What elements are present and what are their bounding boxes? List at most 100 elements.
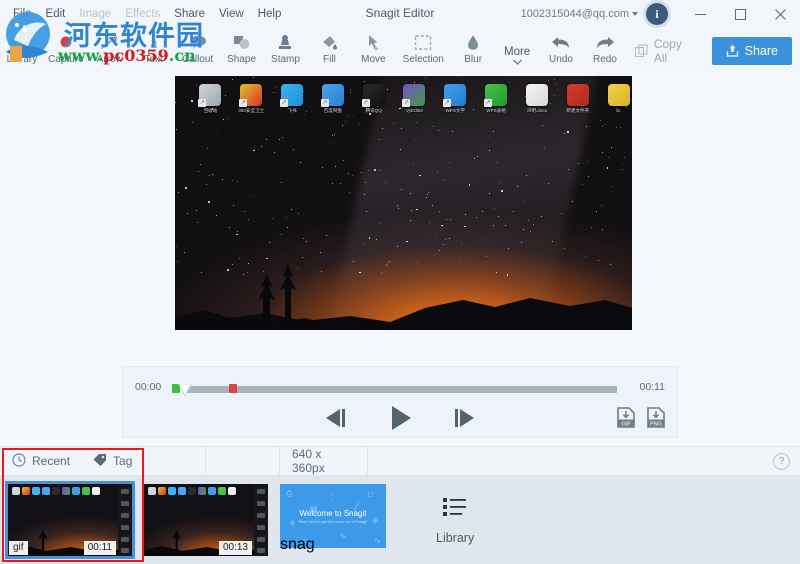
desktop-icon-label: WPS表格 (486, 108, 506, 113)
desktop-icon: lic (605, 84, 632, 114)
image-canvas[interactable]: ↗ 回收站 ↗ 360安全卫士 ↗ 飞书 ↗ 百度网盘 ↗ 腾讯QQ ↗ VyEditor ↗ WPS文字… (175, 76, 632, 330)
tool-library[interactable]: Library (0, 28, 44, 73)
tool-text[interactable]: a Text (132, 28, 176, 73)
menu-item-view[interactable]: View (212, 5, 251, 23)
export-gif-button[interactable]: GIF (615, 406, 637, 435)
thumbnail-type-badge: snag (280, 536, 315, 553)
move-icon (363, 31, 383, 53)
title-bar: File Edit Image Effects Share View Help … (0, 0, 800, 28)
pine-trees-silhouette (175, 264, 632, 330)
video-player-panel: 00:00 00:11 GIF PNG (122, 366, 678, 438)
more-chevron-icon (512, 58, 522, 66)
tool-arrow[interactable]: Arrow (88, 28, 132, 73)
tile-subtitle: Start here to get the most out of Snagit (298, 519, 368, 524)
desktop-icon: ↗ 360安全卫士 (238, 84, 265, 114)
recent-tab-label[interactable]: Recent (32, 454, 70, 468)
arrow-icon (100, 31, 120, 53)
tool-more[interactable]: More (495, 28, 539, 73)
shortcut-arrow-icon: ↗ (280, 99, 289, 107)
share-button[interactable]: Share (711, 36, 792, 65)
menu-item-share[interactable]: Share (167, 5, 212, 23)
desktop-icon-glyph: ↗ (320, 84, 344, 107)
tile-title: Welcome to Snagit (299, 509, 367, 518)
library-button[interactable]: Library (436, 496, 474, 545)
desktop-icon-glyph: ↗ (443, 84, 467, 107)
tool-fill[interactable]: Fill (307, 28, 351, 73)
svg-text:PNG: PNG (650, 421, 662, 427)
play-button[interactable] (385, 403, 415, 438)
tool-move[interactable]: Move (351, 28, 395, 73)
desktop-icon-glyph: ↗ (280, 84, 304, 107)
tool-callout-label: Callout (182, 54, 214, 65)
tool-capture-label: Capture (48, 54, 84, 65)
tray-filter-group: Recent Tag (0, 446, 144, 476)
shape-icon (232, 31, 252, 53)
desktop-icon-label: lic (616, 108, 621, 113)
tool-move-label: Move (361, 54, 386, 65)
list-item[interactable]: gif 00:11 (5, 481, 135, 559)
redo-icon (594, 31, 616, 53)
tool-blur[interactable]: Blur (451, 28, 495, 73)
tool-capture[interactable]: Capture (44, 28, 88, 73)
shortcut-arrow-icon: ↗ (239, 99, 248, 107)
tray-header: Recent Tag 640 x 360px ? (0, 446, 800, 476)
timeline-end-time: 00:11 (639, 381, 666, 393)
list-item[interactable]: 00:13 (144, 484, 268, 556)
menu-item-image: Image (79, 8, 112, 20)
tag-icon (92, 453, 107, 470)
info-icon[interactable]: i (646, 3, 668, 25)
step-forward-button[interactable] (449, 406, 479, 435)
maximize-button[interactable] (720, 0, 760, 28)
tag-tab-label[interactable]: Tag (113, 454, 132, 468)
shortcut-arrow-icon: ↗ (320, 99, 329, 107)
tool-callout[interactable]: Callout (176, 28, 220, 73)
tool-library-label: Library (6, 54, 38, 65)
snagit-editor-window: File Edit Image Effects Share View Help … (0, 0, 800, 564)
minimize-button[interactable] (680, 0, 720, 28)
library-button-label: Library (436, 530, 475, 545)
tool-selection[interactable]: Selection (395, 28, 451, 73)
menu-item-edit[interactable]: Edit (39, 5, 73, 23)
tool-arrow-label: Arrow (96, 54, 123, 65)
tray-header-spacer-a (144, 446, 206, 476)
desktop-icon-label: VyEditor (405, 108, 424, 113)
desktop-icon: ↗ 腾讯QQ (360, 84, 387, 114)
fill-bucket-icon (319, 31, 339, 53)
desktop-icon: ↗ 回收站 (197, 84, 224, 114)
trim-end-marker[interactable] (229, 384, 237, 393)
tool-shape[interactable]: Shape (220, 28, 264, 73)
callout-icon (188, 31, 208, 53)
png-download-icon: PNG (647, 406, 665, 428)
timeline-row: 00:00 00:11 (123, 377, 677, 398)
menu-item-help[interactable]: Help (251, 5, 289, 23)
copy-all-label: Copy All (653, 36, 682, 65)
help-icon[interactable]: ? (773, 452, 790, 470)
list-item[interactable]: ⎙ ▤ a ○ ⋮ ✎ ╱ □ ⎈ ∿ Welcome to Snagit St… (280, 484, 390, 556)
chevron-down-icon[interactable] (632, 12, 638, 16)
copy-all-button[interactable]: Copy All (627, 32, 706, 70)
shortcut-arrow-icon: ↗ (443, 99, 452, 107)
tool-redo[interactable]: Redo (583, 28, 627, 73)
menu-item-file[interactable]: File (6, 5, 39, 23)
stamp-icon (275, 31, 295, 53)
filmstrip-edge (118, 484, 132, 556)
tool-undo[interactable]: Undo (539, 28, 583, 73)
desktop-icon: ↗ WPS表格 (483, 84, 510, 114)
tool-stamp[interactable]: Stamp (264, 28, 308, 73)
tray-header-right: ? (368, 446, 800, 476)
timeline-track[interactable] (172, 383, 617, 398)
title-bar-right: 1002315044@qq.com i (521, 0, 800, 28)
export-png-button[interactable]: PNG (645, 406, 667, 435)
playhead-handle[interactable] (177, 383, 193, 401)
transport-controls (123, 401, 677, 439)
desktop-icon-glyph: ↗ (361, 84, 385, 107)
step-back-button[interactable] (321, 406, 351, 435)
desktop-icon: 声明.docx (524, 84, 551, 114)
desktop-icon: ↗ 飞书 (279, 84, 306, 114)
tray-header-spacer-b (206, 446, 280, 476)
desktop-icon-glyph: ↗ (402, 84, 426, 107)
close-button[interactable] (760, 0, 800, 28)
account-email[interactable]: 1002315044@qq.com (521, 8, 629, 20)
shortcut-arrow-icon: ↗ (484, 99, 493, 107)
desktop-icon-glyph (566, 84, 589, 106)
